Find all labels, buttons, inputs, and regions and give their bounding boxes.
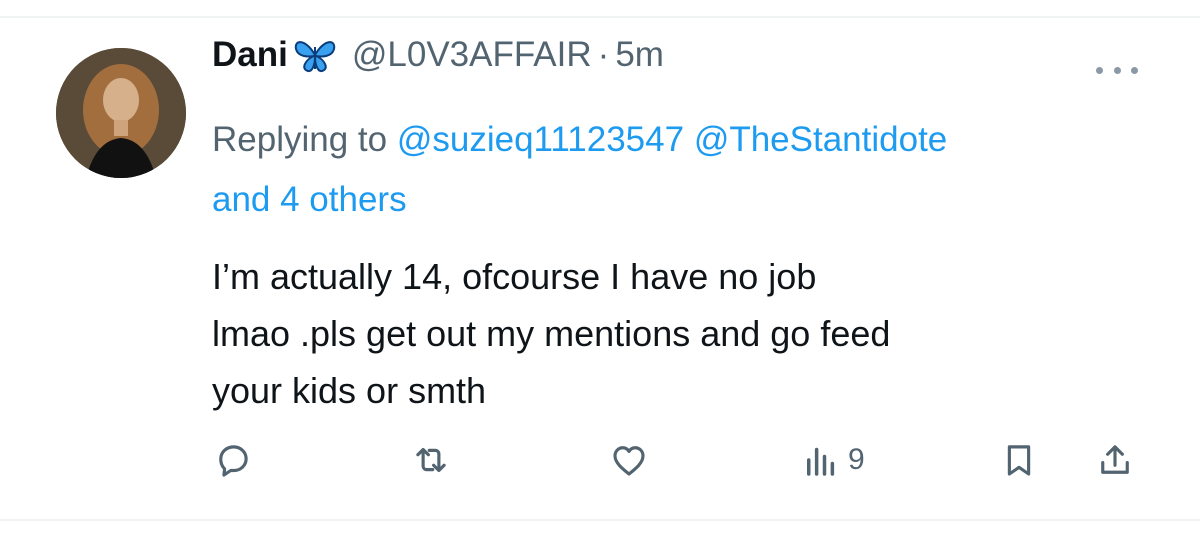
like-button[interactable] [608,436,650,484]
tweet-actions: 9 [0,436,1200,484]
author-handle[interactable]: @L0V3AFFAIR [352,35,592,75]
bookmark-button[interactable] [998,436,1040,484]
butterfly-emoji-icon [292,37,338,73]
bookmark-icon [1007,445,1031,476]
retweet-icon [416,447,446,473]
timestamp[interactable]: 5m [615,35,664,75]
views-button[interactable]: 9 [800,436,865,484]
share-icon [1101,445,1129,474]
avatar[interactable] [56,48,186,178]
views-icon [807,447,835,476]
avatar-image [56,48,186,178]
replying-to: Replying to @suzieq11123547 @TheStantido… [212,110,1152,230]
views-count: 9 [848,443,865,476]
reply-icon [219,445,248,477]
display-name[interactable]: Dani [212,35,288,75]
reply-button[interactable] [212,436,254,484]
heart-icon [613,446,645,476]
tweet-header: Dani @L0V3AFFAIR · 5m [212,30,664,80]
others-link[interactable]: and 4 others [212,180,407,219]
mention-link[interactable]: @suzieq11123547 [397,120,684,159]
replying-to-prefix: Replying to [212,120,388,159]
share-button[interactable] [1094,436,1136,484]
tweet[interactable]: Dani @L0V3AFFAIR · 5m Replying to @suzie… [0,0,1200,500]
tweet-text: I’m actually 14, ofcourse I have no job … [212,256,891,411]
bottom-divider [0,519,1200,521]
retweet-button[interactable] [410,436,452,484]
dot-separator: · [597,35,610,74]
mention-link[interactable]: @TheStantidote [694,120,947,159]
more-icon[interactable] [1096,60,1138,80]
